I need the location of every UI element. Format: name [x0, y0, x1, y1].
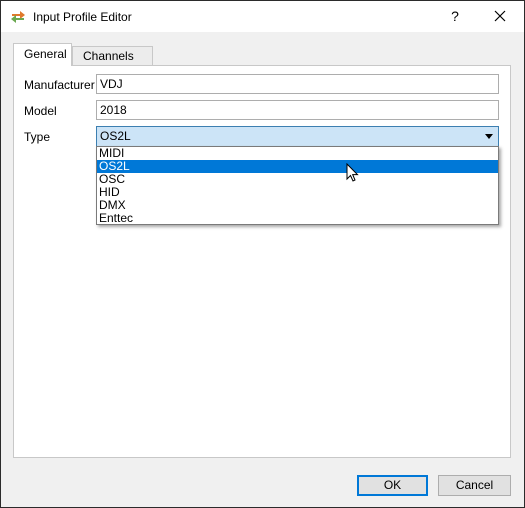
ok-button[interactable]: OK: [357, 475, 428, 496]
type-combobox[interactable]: OS2L: [96, 126, 499, 147]
close-button[interactable]: [481, 1, 519, 32]
cancel-button[interactable]: Cancel: [438, 475, 511, 496]
type-option-enttec[interactable]: Enttec: [97, 212, 498, 225]
manufacturer-label: Manufacturer: [24, 78, 95, 92]
chevron-down-icon[interactable]: [485, 134, 493, 139]
app-icon: [11, 11, 25, 23]
model-field[interactable]: 2018: [96, 100, 499, 120]
manufacturer-field[interactable]: VDJ: [96, 74, 499, 94]
close-icon: [494, 10, 506, 22]
dialog-window: Input Profile Editor ? General Channels …: [0, 0, 525, 508]
type-dropdown-list: MIDI OS2L OSC HID DMX Enttec: [96, 146, 499, 225]
tab-general[interactable]: General: [13, 43, 72, 66]
window-title: Input Profile Editor: [33, 10, 132, 24]
model-label: Model: [24, 104, 57, 118]
type-label: Type: [24, 130, 51, 144]
type-combobox-value: OS2L: [100, 129, 131, 143]
help-button[interactable]: ?: [437, 1, 473, 32]
mouse-cursor-icon: [346, 163, 359, 182]
type-option-osc[interactable]: OSC: [97, 173, 498, 186]
type-option-hid[interactable]: HID: [97, 186, 498, 199]
tab-channels[interactable]: Channels: [72, 46, 153, 65]
general-panel: [13, 65, 511, 458]
type-option-midi[interactable]: MIDI: [97, 147, 498, 160]
type-option-dmx[interactable]: DMX: [97, 199, 498, 212]
type-option-os2l[interactable]: OS2L: [97, 160, 498, 173]
title-bar[interactable]: Input Profile Editor ?: [1, 1, 524, 32]
